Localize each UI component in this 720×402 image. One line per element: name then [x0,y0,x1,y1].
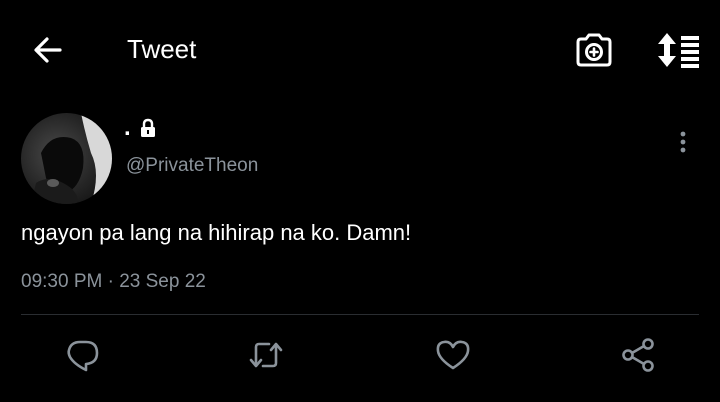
avatar[interactable] [21,113,112,204]
retweet-icon [249,342,283,368]
sort-list-icon [658,33,699,68]
lock-icon [139,118,157,138]
display-name[interactable]: . [124,113,157,143]
share-button[interactable] [619,337,657,373]
top-app-bar: Tweet [0,0,720,100]
user-handle[interactable]: @PrivateTheon [126,155,258,177]
back-button[interactable] [30,33,66,67]
tweet-time: 09:30 PM [21,271,103,292]
timestamp-separator: · [102,271,120,292]
tweet-timestamp: 09:30 PM · 23 Sep 22 [21,271,206,293]
arrow-left-icon [34,37,62,63]
more-options-button[interactable] [671,128,695,158]
camera-button[interactable] [574,31,614,69]
camera-add-icon [576,33,612,67]
share-icon [622,338,654,372]
retweet-button[interactable] [247,337,285,373]
display-name-text: . [124,114,131,141]
reply-icon [67,340,99,372]
page-title: Tweet [127,34,197,64]
profile-photo-icon [21,113,112,204]
tweet-text: ngayon pa lang na hihirap na ko. Damn! [21,220,412,245]
like-icon [436,340,470,370]
sort-button[interactable] [653,30,701,70]
tweet-date: 23 Sep 22 [119,271,206,292]
more-vertical-icon [680,131,686,153]
divider [21,314,699,315]
reply-button[interactable] [64,337,102,373]
like-button[interactable] [434,337,472,373]
